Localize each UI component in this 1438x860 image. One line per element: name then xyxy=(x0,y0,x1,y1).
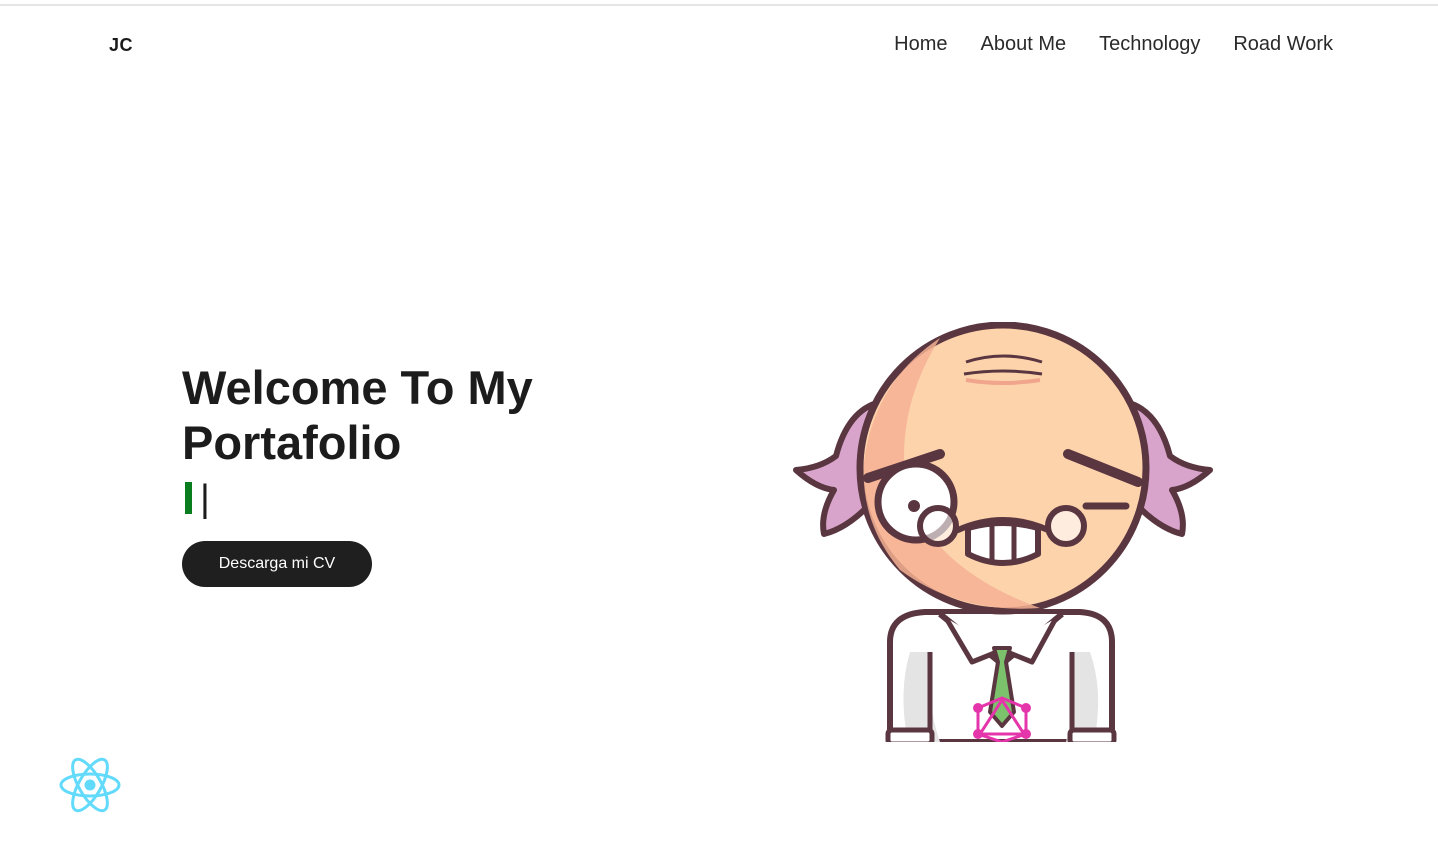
hero-title: Welcome To My Portafolio xyxy=(182,360,642,470)
scientist-avatar-illustration xyxy=(793,322,1213,742)
nav-link-road-work[interactable]: Road Work xyxy=(1233,33,1333,56)
react-logo-icon xyxy=(59,757,121,813)
nav-link-technology[interactable]: Technology xyxy=(1099,33,1200,56)
typing-text-partial xyxy=(185,482,192,514)
brand-logo[interactable]: JC xyxy=(109,35,133,56)
hero-section: Welcome To My Portafolio | Descarga mi C… xyxy=(182,360,642,587)
hero-title-line2: Portafolio xyxy=(182,416,402,469)
typing-cursor: | xyxy=(200,478,210,520)
nav-link-about-me[interactable]: About Me xyxy=(981,33,1067,56)
navbar: JC Home About Me Technology Road Work xyxy=(0,6,1438,84)
lab-coat xyxy=(885,609,1117,742)
nav-links: Home About Me Technology Road Work xyxy=(894,33,1333,56)
typing-effect: | xyxy=(182,478,642,528)
nav-link-home[interactable]: Home xyxy=(894,33,947,56)
download-cv-button[interactable]: Descarga mi CV xyxy=(182,541,372,587)
hero-title-line1: Welcome To My xyxy=(182,361,533,414)
